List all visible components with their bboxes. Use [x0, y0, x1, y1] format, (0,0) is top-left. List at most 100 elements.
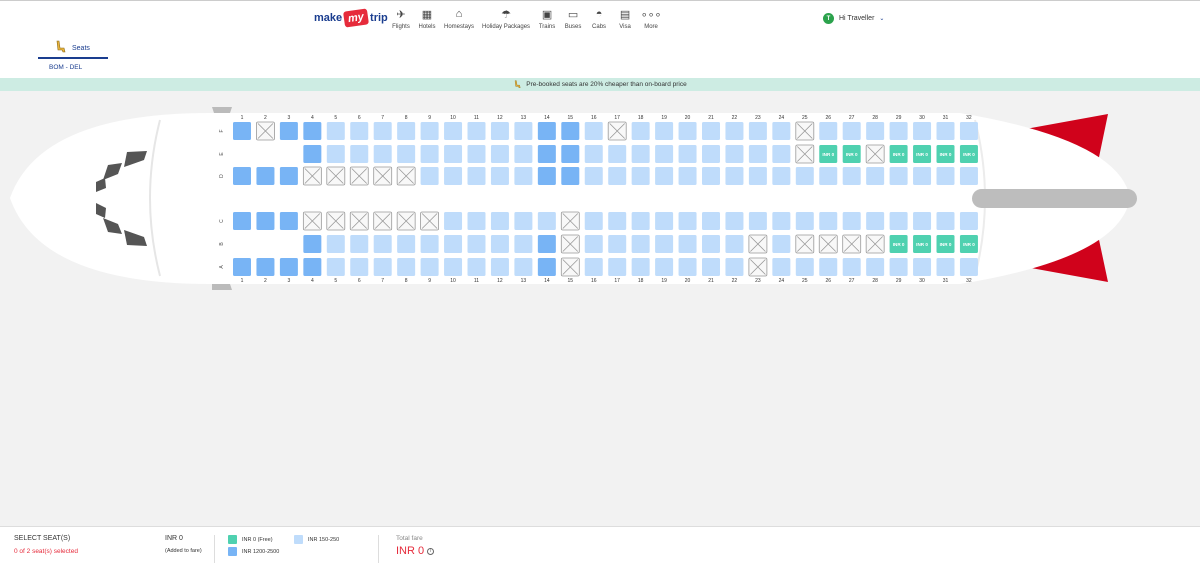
seat-2A[interactable]	[256, 258, 275, 276]
seat-18C[interactable]	[631, 212, 650, 230]
seat-29E[interactable]: INR 0	[889, 145, 908, 163]
seat-10F[interactable]	[444, 122, 463, 140]
seat-14B[interactable]	[537, 235, 556, 253]
seat-28F[interactable]	[866, 122, 885, 140]
nav-flights[interactable]: ✈ Flights	[388, 7, 414, 31]
seat-20F[interactable]	[678, 122, 697, 140]
seat-3F[interactable]	[279, 122, 298, 140]
seat-8F[interactable]	[397, 122, 416, 140]
seat-31F[interactable]	[936, 122, 955, 140]
seat-23C[interactable]	[748, 212, 767, 230]
seat-19E[interactable]	[655, 145, 674, 163]
seat-28D[interactable]	[866, 167, 885, 185]
seat-3C[interactable]	[279, 212, 298, 230]
seat-15E[interactable]	[561, 145, 580, 163]
seat-6F[interactable]	[350, 122, 369, 140]
seat-32A[interactable]	[959, 258, 978, 276]
seat-5F[interactable]	[326, 122, 345, 140]
seat-6B[interactable]	[350, 235, 369, 253]
seat-5B[interactable]	[326, 235, 345, 253]
nav-buses[interactable]: ▭ Buses	[560, 7, 586, 31]
seat-7F[interactable]	[373, 122, 392, 140]
seat-25A[interactable]	[795, 258, 814, 276]
seat-29C[interactable]	[889, 212, 908, 230]
seat-20A[interactable]	[678, 258, 697, 276]
seat-12E[interactable]	[490, 145, 509, 163]
seat-22B[interactable]	[725, 235, 744, 253]
seat-26E[interactable]: INR 0	[819, 145, 838, 163]
seat-22C[interactable]	[725, 212, 744, 230]
seat-26C[interactable]	[819, 212, 838, 230]
seat-29F[interactable]	[889, 122, 908, 140]
seat-29B[interactable]: INR 0	[889, 235, 908, 253]
seat-27A[interactable]	[842, 258, 861, 276]
seat-16C[interactable]	[584, 212, 603, 230]
seat-11D[interactable]	[467, 167, 486, 185]
seat-28C[interactable]	[866, 212, 885, 230]
seat-8B[interactable]	[397, 235, 416, 253]
seat-12F[interactable]	[490, 122, 509, 140]
seat-30F[interactable]	[913, 122, 932, 140]
seat-17E[interactable]	[608, 145, 627, 163]
seat-11F[interactable]	[467, 122, 486, 140]
makemytrip-logo[interactable]: make my trip	[314, 8, 388, 28]
seat-24A[interactable]	[772, 258, 791, 276]
seat-28A[interactable]	[866, 258, 885, 276]
seat-17C[interactable]	[608, 212, 627, 230]
seat-14D[interactable]	[537, 167, 556, 185]
seat-30B[interactable]: INR 0	[913, 235, 932, 253]
seat-31B[interactable]: INR 0	[936, 235, 955, 253]
seat-23F[interactable]	[748, 122, 767, 140]
seat-9D[interactable]	[420, 167, 439, 185]
seat-19B[interactable]	[655, 235, 674, 253]
seat-30E[interactable]: INR 0	[913, 145, 932, 163]
seat-6E[interactable]	[350, 145, 369, 163]
seat-10D[interactable]	[444, 167, 463, 185]
seat-19D[interactable]	[655, 167, 674, 185]
seat-6A[interactable]	[350, 258, 369, 276]
seat-3A[interactable]	[279, 258, 298, 276]
seat-7B[interactable]	[373, 235, 392, 253]
seat-9F[interactable]	[420, 122, 439, 140]
seat-13E[interactable]	[514, 145, 533, 163]
seat-26A[interactable]	[819, 258, 838, 276]
seat-19C[interactable]	[655, 212, 674, 230]
seat-25D[interactable]	[795, 167, 814, 185]
seat-11B[interactable]	[467, 235, 486, 253]
seat-31D[interactable]	[936, 167, 955, 185]
seat-23E[interactable]	[748, 145, 767, 163]
seat-4A[interactable]	[303, 258, 322, 276]
seat-19F[interactable]	[655, 122, 674, 140]
nav-cabs[interactable]: ◓ Cabs	[586, 7, 612, 30]
seat-11A[interactable]	[467, 258, 486, 276]
seat-31E[interactable]: INR 0	[936, 145, 955, 163]
seat-1D[interactable]	[233, 167, 251, 185]
seat-14C[interactable]	[537, 212, 556, 230]
seat-21A[interactable]	[702, 258, 720, 276]
seat-13B[interactable]	[514, 235, 533, 253]
seat-30A[interactable]	[913, 258, 932, 276]
seat-25C[interactable]	[795, 212, 814, 230]
seat-10A[interactable]	[444, 258, 463, 276]
seat-32F[interactable]	[959, 122, 978, 140]
info-icon[interactable]: i	[427, 547, 435, 555]
seat-7E[interactable]	[373, 145, 392, 163]
nav-hotels[interactable]: ▦ Hotels	[414, 7, 440, 31]
seat-9E[interactable]	[420, 145, 439, 163]
seat-32B[interactable]: INR 0	[959, 235, 978, 253]
seat-14E[interactable]	[537, 145, 556, 163]
seat-13A[interactable]	[514, 258, 533, 276]
seat-10E[interactable]	[444, 145, 463, 163]
seat-21C[interactable]	[702, 212, 720, 230]
seat-11E[interactable]	[467, 145, 486, 163]
seat-22F[interactable]	[725, 122, 744, 140]
seat-18D[interactable]	[631, 167, 650, 185]
seat-1F[interactable]	[233, 122, 251, 140]
seat-20C[interactable]	[678, 212, 697, 230]
seat-12C[interactable]	[490, 212, 509, 230]
seat-31A[interactable]	[936, 258, 955, 276]
seat-5A[interactable]	[326, 258, 345, 276]
seat-18A[interactable]	[631, 258, 650, 276]
nav-homestays[interactable]: ⌂ Homestays	[440, 7, 478, 30]
seat-22D[interactable]	[725, 167, 744, 185]
